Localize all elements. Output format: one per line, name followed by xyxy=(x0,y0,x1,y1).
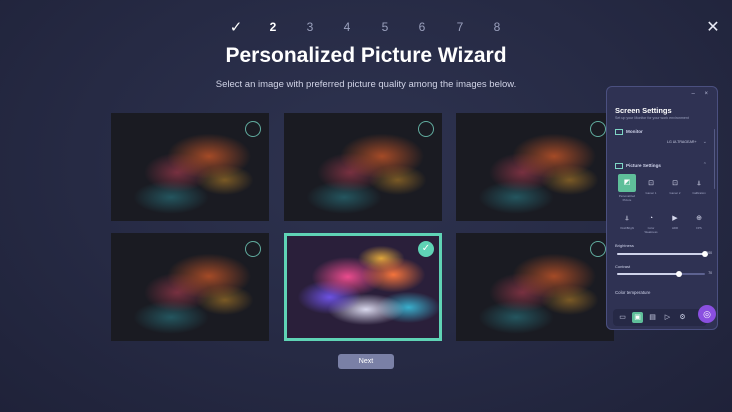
radio-unchecked-icon xyxy=(245,121,261,137)
mode-gamer-2[interactable]: ⊡ Gamer 2 xyxy=(666,178,684,204)
scrollbar[interactable] xyxy=(713,129,715,189)
calibration-icon: ⍋ xyxy=(696,180,702,187)
contrast-label: Contrast xyxy=(615,264,631,269)
mode-gamer-1[interactable]: ⊡ Gamer 1 xyxy=(642,178,660,204)
step-3: 3 xyxy=(306,20,314,34)
radio-unchecked-icon xyxy=(245,241,261,257)
crosshair-icon: ⊕ xyxy=(696,215,702,222)
mode-label: Personalized Picture xyxy=(618,194,636,202)
gamepad-icon: ⊡ xyxy=(672,180,678,187)
panel-subtitle: Set up your Monitor for your work enviro… xyxy=(615,116,689,120)
image-option-1[interactable] xyxy=(111,113,269,221)
radio-unchecked-icon xyxy=(590,241,606,257)
slider-fill xyxy=(617,253,705,255)
step-8: 8 xyxy=(493,20,501,34)
image-option-3[interactable] xyxy=(456,113,614,221)
chevron-down-icon[interactable]: ⌄ xyxy=(703,139,707,145)
video-icon[interactable]: ▷ xyxy=(662,312,673,323)
image-option-4[interactable] xyxy=(111,233,269,341)
color-temperature-label: Color temperature xyxy=(615,290,651,295)
assistant-fab-icon[interactable]: ◎ xyxy=(698,305,716,323)
mode-label: Color Weakness xyxy=(644,226,658,234)
image-option-2[interactable] xyxy=(284,113,442,221)
step-2: 2 xyxy=(269,20,277,34)
mode-color-weakness[interactable]: ◔ Color Weakness xyxy=(642,213,660,239)
personalized-picture-icon: ◩ xyxy=(618,174,636,192)
picture-settings-header[interactable]: Picture Settings xyxy=(615,163,661,169)
page-title: Personalized Picture Wizard xyxy=(225,44,507,67)
brightness-icon: ⍋ xyxy=(624,215,630,222)
slider-handle[interactable] xyxy=(676,271,682,277)
mode-label: HDR xyxy=(671,226,679,230)
step-1-done-icon: ✓ xyxy=(229,19,243,36)
step-4: 4 xyxy=(343,20,351,34)
brightness-value: 100 xyxy=(706,251,712,255)
window-controls[interactable]: – × xyxy=(691,91,712,97)
contrast-slider[interactable] xyxy=(617,271,705,277)
layout-icon[interactable]: ▤ xyxy=(647,312,658,323)
mode-personalized-picture[interactable]: ◩ Personalized Picture xyxy=(618,174,636,202)
monitor-icon[interactable]: ▭ xyxy=(617,312,628,323)
step-7: 7 xyxy=(456,20,464,34)
step-6: 6 xyxy=(418,20,426,34)
mode-label: FPS xyxy=(696,226,702,230)
brightness-label: Brightness xyxy=(615,243,634,248)
image-option-5-selected[interactable]: ✓ xyxy=(284,233,442,341)
panel-title: Screen Settings xyxy=(615,106,672,115)
gamepad-icon: ⊡ xyxy=(648,180,654,187)
step-indicator: ✓ 2 3 4 5 6 7 8 xyxy=(226,19,510,38)
mode-vivid-bright[interactable]: ⍋ Vivid/Bright xyxy=(618,213,636,239)
monitor-section-header[interactable]: Monitor xyxy=(615,129,643,135)
brightness-slider[interactable] xyxy=(617,251,708,257)
mode-label: Calibration xyxy=(692,191,706,195)
monitor-model[interactable]: LG ULTRAGEAR+ xyxy=(667,140,697,144)
settings-icon[interactable]: ⚙ xyxy=(677,312,688,323)
mode-fps[interactable]: ⊕ FPS xyxy=(690,213,708,239)
mode-label: Gamer 2 xyxy=(669,191,681,195)
monitor-icon xyxy=(615,129,623,135)
color-weakness-icon: ◔ xyxy=(648,215,654,222)
panel-bottom-bar: ▭ ▣ ▤ ▷ ⚙ xyxy=(613,309,707,326)
mode-label: Vivid/Bright xyxy=(619,226,635,230)
close-icon[interactable]: ✕ xyxy=(704,19,722,37)
check-icon: ✓ xyxy=(418,241,434,257)
screen-settings-panel: – × Screen Settings Set up your Monitor … xyxy=(606,86,718,330)
hdr-icon: ▶ xyxy=(672,215,678,222)
mode-label: Gamer 1 xyxy=(645,191,657,195)
next-button[interactable]: Next xyxy=(338,354,394,369)
mode-calibration[interactable]: ⍋ Calibration xyxy=(690,178,708,204)
contrast-value: 70 xyxy=(708,271,712,275)
slider-fill xyxy=(617,273,679,275)
sample-image xyxy=(287,236,439,338)
image-option-6[interactable] xyxy=(456,233,614,341)
chevron-up-icon[interactable]: ⌃ xyxy=(703,162,707,168)
step-5: 5 xyxy=(381,20,389,34)
picture-settings-label: Picture Settings xyxy=(626,163,661,169)
picture-icon[interactable]: ▣ xyxy=(632,312,643,323)
picture-icon xyxy=(615,163,623,169)
radio-unchecked-icon xyxy=(418,121,434,137)
mode-hdr[interactable]: ▶ HDR xyxy=(666,213,684,239)
monitor-label: Monitor xyxy=(626,129,643,135)
radio-unchecked-icon xyxy=(590,121,606,137)
